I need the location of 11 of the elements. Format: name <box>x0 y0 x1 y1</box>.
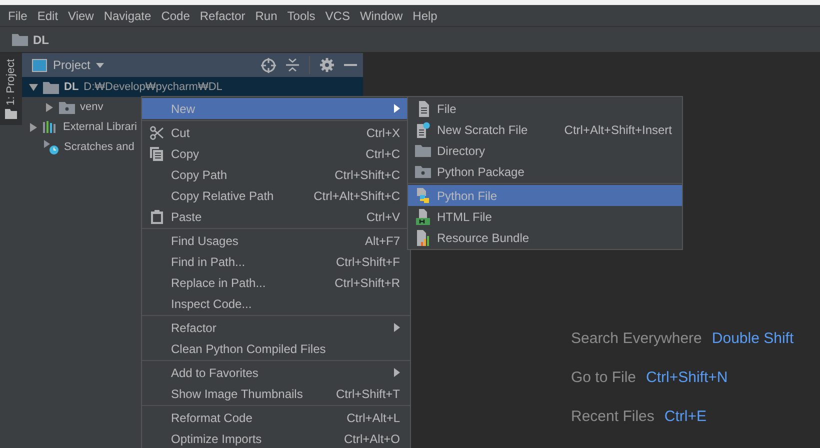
tree-item-label: External Librari <box>63 121 137 133</box>
hint-label: Go to File <box>571 369 636 386</box>
hint-label: Recent Files <box>571 408 654 425</box>
path-label: D:₩Develop₩pycharm₩DL <box>84 81 222 93</box>
hint-label: Search Everywhere <box>571 330 702 347</box>
tree-item-label: DL <box>64 81 79 93</box>
shortcut-label: Ctrl+Shift+N <box>646 369 728 386</box>
tree-item-label: Scratches and <box>64 141 134 153</box>
shortcut-label: Ctrl+E <box>664 408 706 425</box>
shortcut-label: Double Shift <box>712 330 794 347</box>
tree-item-label: venv <box>80 101 104 113</box>
